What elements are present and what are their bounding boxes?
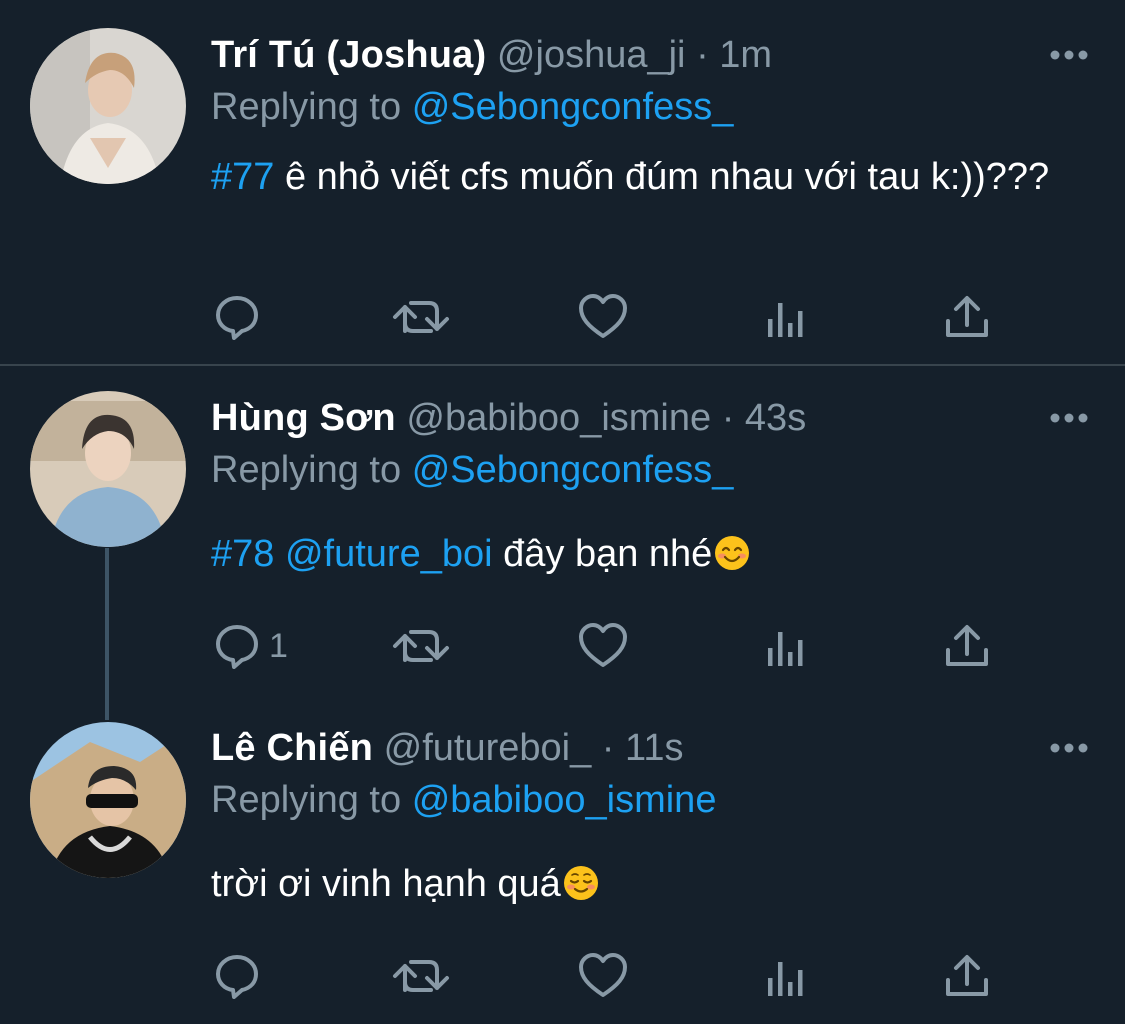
replying-to: Replying to @Sebongconfess_	[211, 445, 733, 495]
like-icon	[578, 952, 628, 1000]
retweet-button[interactable]	[391, 616, 451, 676]
smiling-face-icon	[563, 866, 598, 900]
like-button[interactable]	[578, 616, 628, 676]
reply-icon	[213, 952, 261, 1000]
retweet-icon	[391, 622, 451, 670]
analytics-button[interactable]	[766, 287, 806, 347]
share-icon	[944, 622, 990, 670]
author-handle[interactable]: @babiboo_ismine	[406, 397, 711, 439]
retweet-icon	[391, 952, 451, 1000]
mention-link[interactable]: @future_boi	[274, 533, 493, 575]
like-icon	[578, 622, 628, 670]
hashtag-link[interactable]: #77	[211, 156, 274, 198]
share-button[interactable]	[944, 287, 990, 347]
share-button[interactable]	[944, 616, 990, 676]
like-icon	[578, 293, 628, 341]
hashtag-link[interactable]: #78	[211, 533, 274, 575]
reply-button[interactable]	[213, 946, 269, 1006]
analytics-button[interactable]	[766, 946, 806, 1006]
thread-connector	[105, 548, 109, 720]
replying-to-label: Replying to	[211, 86, 402, 128]
avatar[interactable]	[30, 391, 186, 547]
separator-dot: ·	[721, 397, 735, 439]
timestamp[interactable]: 1m	[719, 34, 772, 76]
replying-to: Replying to @babiboo_ismine	[211, 775, 716, 825]
share-button[interactable]	[944, 946, 990, 1006]
more-icon[interactable]	[1049, 45, 1089, 65]
separator-dot: ·	[601, 727, 615, 769]
author-handle[interactable]: @joshua_ji	[497, 34, 686, 76]
separator-dot: ·	[696, 34, 709, 76]
analytics-icon	[766, 622, 806, 670]
tweet-header: Hùng Sơn @babiboo_ismine · 43s	[211, 393, 806, 443]
tweet-2[interactable]: Hùng Sơn @babiboo_ismine · 43s Replying …	[0, 366, 1125, 711]
tweet-text: #78 @future_boi đây bạn nhé	[211, 527, 1071, 581]
action-bar	[211, 946, 1011, 1006]
timestamp[interactable]: 11s	[625, 727, 683, 769]
share-icon	[944, 952, 990, 1000]
replying-to-link[interactable]: @Sebongconfess_	[412, 449, 734, 491]
tweet-header: Lê Chiến @futureboi_ · 11s	[211, 723, 683, 773]
avatar[interactable]	[30, 722, 186, 878]
action-bar	[211, 287, 1011, 347]
timestamp[interactable]: 43s	[745, 397, 806, 439]
retweet-button[interactable]	[391, 946, 451, 1006]
replying-to-link[interactable]: @Sebongconfess_	[412, 86, 734, 128]
author-name[interactable]: Lê Chiến	[211, 727, 373, 769]
reply-icon	[213, 622, 261, 670]
tweet-1[interactable]: Trí Tú (Joshua) @joshua_ji · 1m Replying…	[0, 0, 1125, 365]
tweet-3[interactable]: Lê Chiến @futureboi_ · 11s Replying to @…	[0, 696, 1125, 1024]
replying-to: Replying to @Sebongconfess_	[211, 82, 733, 132]
tweet-text: #77 ê nhỏ viết cfs muốn đúm nhau với tau…	[211, 150, 1071, 204]
tweet-body: đây bạn nhé	[492, 533, 713, 575]
replying-to-label: Replying to	[211, 449, 402, 491]
author-handle[interactable]: @futureboi_	[384, 727, 592, 769]
avatar[interactable]	[30, 28, 186, 184]
reply-button[interactable]	[213, 287, 269, 347]
analytics-icon	[766, 952, 806, 1000]
analytics-icon	[766, 293, 806, 341]
tweet-body: trời ơi vinh hạnh quá	[211, 863, 561, 905]
action-bar: 1	[211, 616, 1011, 676]
retweet-icon	[391, 293, 451, 341]
more-icon[interactable]	[1049, 408, 1089, 428]
retweet-button[interactable]	[391, 287, 451, 347]
reply-count: 1	[269, 626, 288, 665]
share-icon	[944, 293, 990, 341]
like-button[interactable]	[578, 287, 628, 347]
analytics-button[interactable]	[766, 616, 806, 676]
tweet-body: ê nhỏ viết cfs muốn đúm nhau với tau k:)…	[274, 156, 1050, 198]
reply-button[interactable]: 1	[213, 616, 288, 676]
tweet-header: Trí Tú (Joshua) @joshua_ji · 1m	[211, 30, 772, 80]
tweet-text: trời ơi vinh hạnh quá	[211, 857, 1071, 911]
more-icon[interactable]	[1049, 738, 1089, 758]
replying-to-label: Replying to	[211, 779, 402, 821]
author-name[interactable]: Trí Tú (Joshua)	[211, 34, 486, 76]
replying-to-link[interactable]: @babiboo_ismine	[412, 779, 717, 821]
smiling-face-with-smiling-eyes-icon	[715, 536, 750, 570]
like-button[interactable]	[578, 946, 628, 1006]
reply-icon	[213, 293, 261, 341]
author-name[interactable]: Hùng Sơn	[211, 397, 396, 439]
